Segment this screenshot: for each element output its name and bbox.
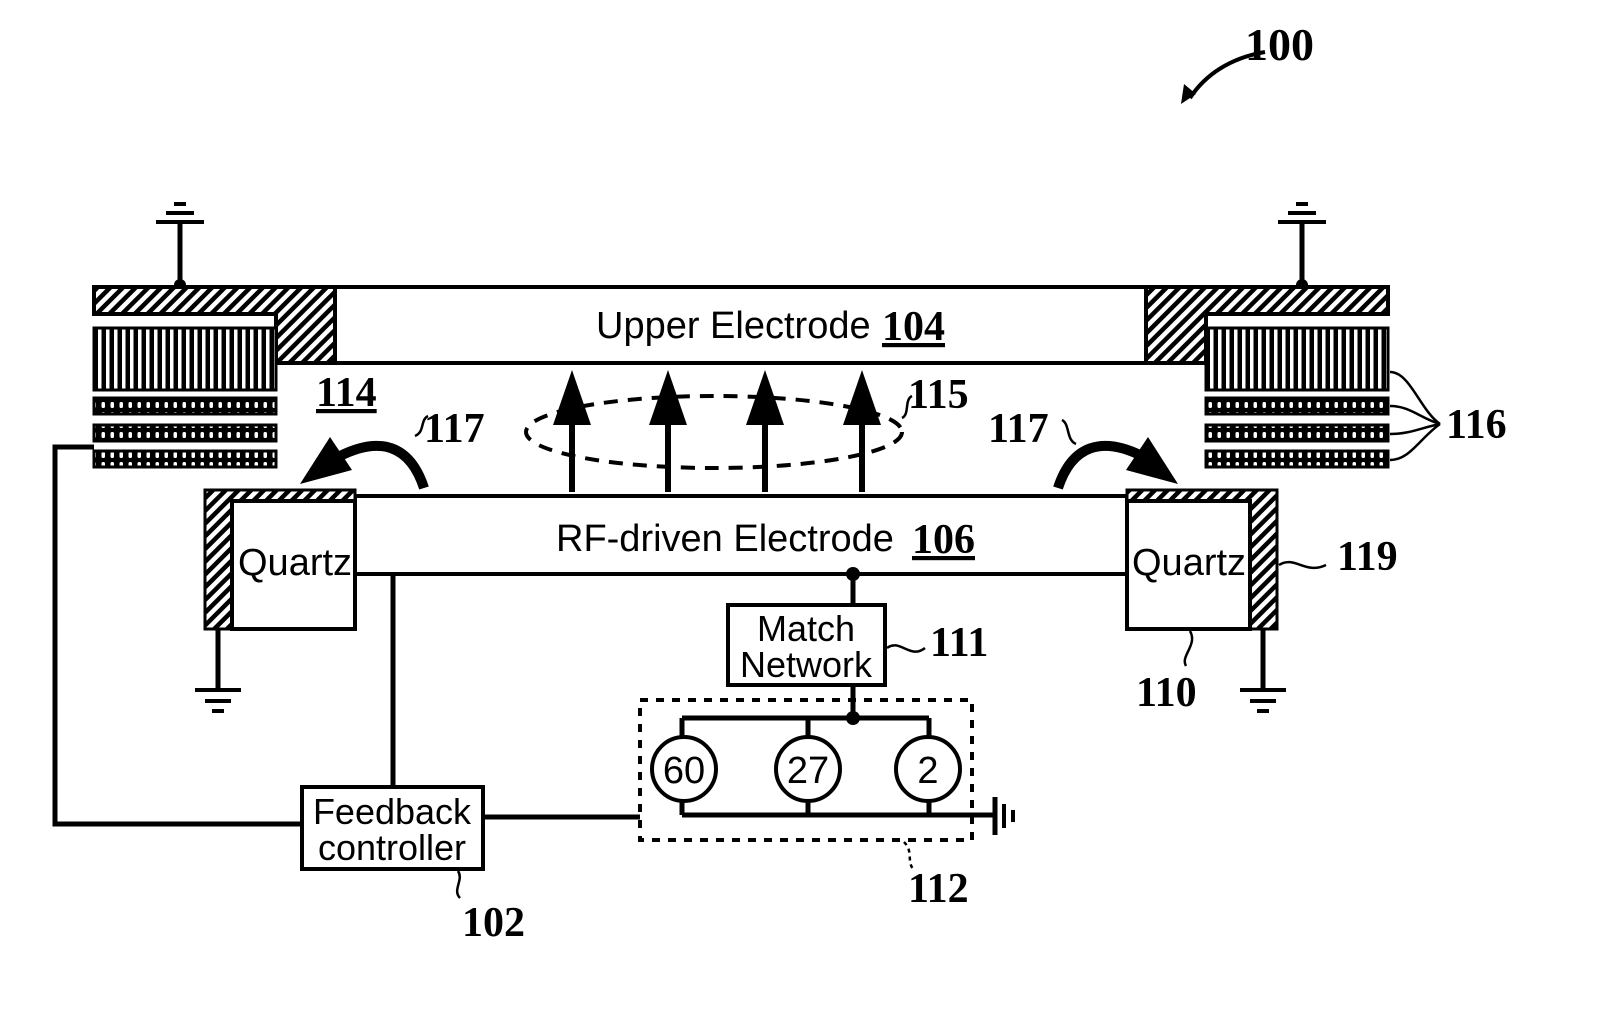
ref-label-117-right: 117 [988, 406, 1049, 452]
field-arrow-icon [553, 370, 591, 492]
ref-label-100: 100 [1245, 19, 1314, 70]
upper-electrode-label: Upper Electrode [596, 305, 871, 347]
feedback-controller: Feedback controller 102 [300, 785, 525, 946]
match-network-line2: Network [740, 644, 873, 685]
ground-icon-right [1240, 629, 1286, 713]
ref-label-112: 112 [908, 866, 969, 912]
figure-ref-100: 100 [1181, 19, 1314, 104]
ref-label-119: 119 [1337, 534, 1398, 580]
rf-source-60mhz: 60 [650, 735, 718, 803]
quartz-ring-right: Quartz 110 [1125, 488, 1279, 716]
field-arrow-icon [746, 370, 784, 492]
plasma-chamber-diagram: 100 Upper Electrode 104 116 114 115 117 … [52, 19, 1507, 946]
quartz-ring-left: Quartz [203, 488, 357, 631]
gas-flow-arrow-left: 117 [300, 406, 485, 490]
quartz-right-label: Quartz [1132, 542, 1246, 584]
match-network: Match Network 111 [726, 603, 988, 687]
field-arrow-icon [649, 370, 687, 492]
gas-flow-arrow-right: 117 [988, 406, 1178, 490]
ground-icon-left [195, 629, 241, 713]
ground-icon-top-left [156, 202, 204, 291]
coil-stack-left [92, 326, 278, 469]
rf-feed-line [846, 567, 860, 605]
ref-label-102: 102 [462, 900, 525, 946]
rf-electrode-ref: 106 [912, 517, 975, 563]
coil-stack-right [1204, 326, 1390, 469]
ref-116: 116 [1389, 370, 1507, 462]
ground-icon-top-right [1278, 202, 1326, 291]
feedback-controller-line1: Feedback [313, 791, 472, 832]
upper-electrode: Upper Electrode 104 [333, 285, 1148, 365]
rf-generator-group: 60 27 2 112 [638, 685, 1015, 912]
rf-source-27mhz: 27 [774, 735, 842, 803]
ref-label-115: 115 [908, 372, 969, 418]
rf-source-2mhz: 2 [894, 735, 962, 803]
rf-source-label: 2 [917, 750, 938, 792]
ground-icon-generators [992, 797, 1015, 835]
ref-label-110: 110 [1136, 670, 1197, 716]
rf-electrode-label: RF-driven Electrode [556, 518, 894, 560]
rf-driven-electrode: RF-driven Electrode 106 [353, 494, 1129, 576]
ref-label-117-left: 117 [424, 406, 485, 452]
field-arrow-icon [843, 370, 881, 492]
rf-source-label: 60 [663, 750, 705, 792]
quartz-left-label: Quartz [238, 542, 352, 584]
upper-electrode-ref: 104 [882, 304, 945, 350]
feedback-controller-line2: controller [318, 827, 466, 868]
electric-field-arrows: 115 [524, 370, 969, 492]
rf-source-label: 27 [787, 750, 829, 792]
ref-119: 119 [1278, 534, 1398, 580]
ref-label-111: 111 [930, 620, 988, 666]
ref-label-114: 114 [316, 370, 377, 416]
match-network-line1: Match [757, 608, 855, 649]
ref-label-116: 116 [1446, 402, 1507, 448]
